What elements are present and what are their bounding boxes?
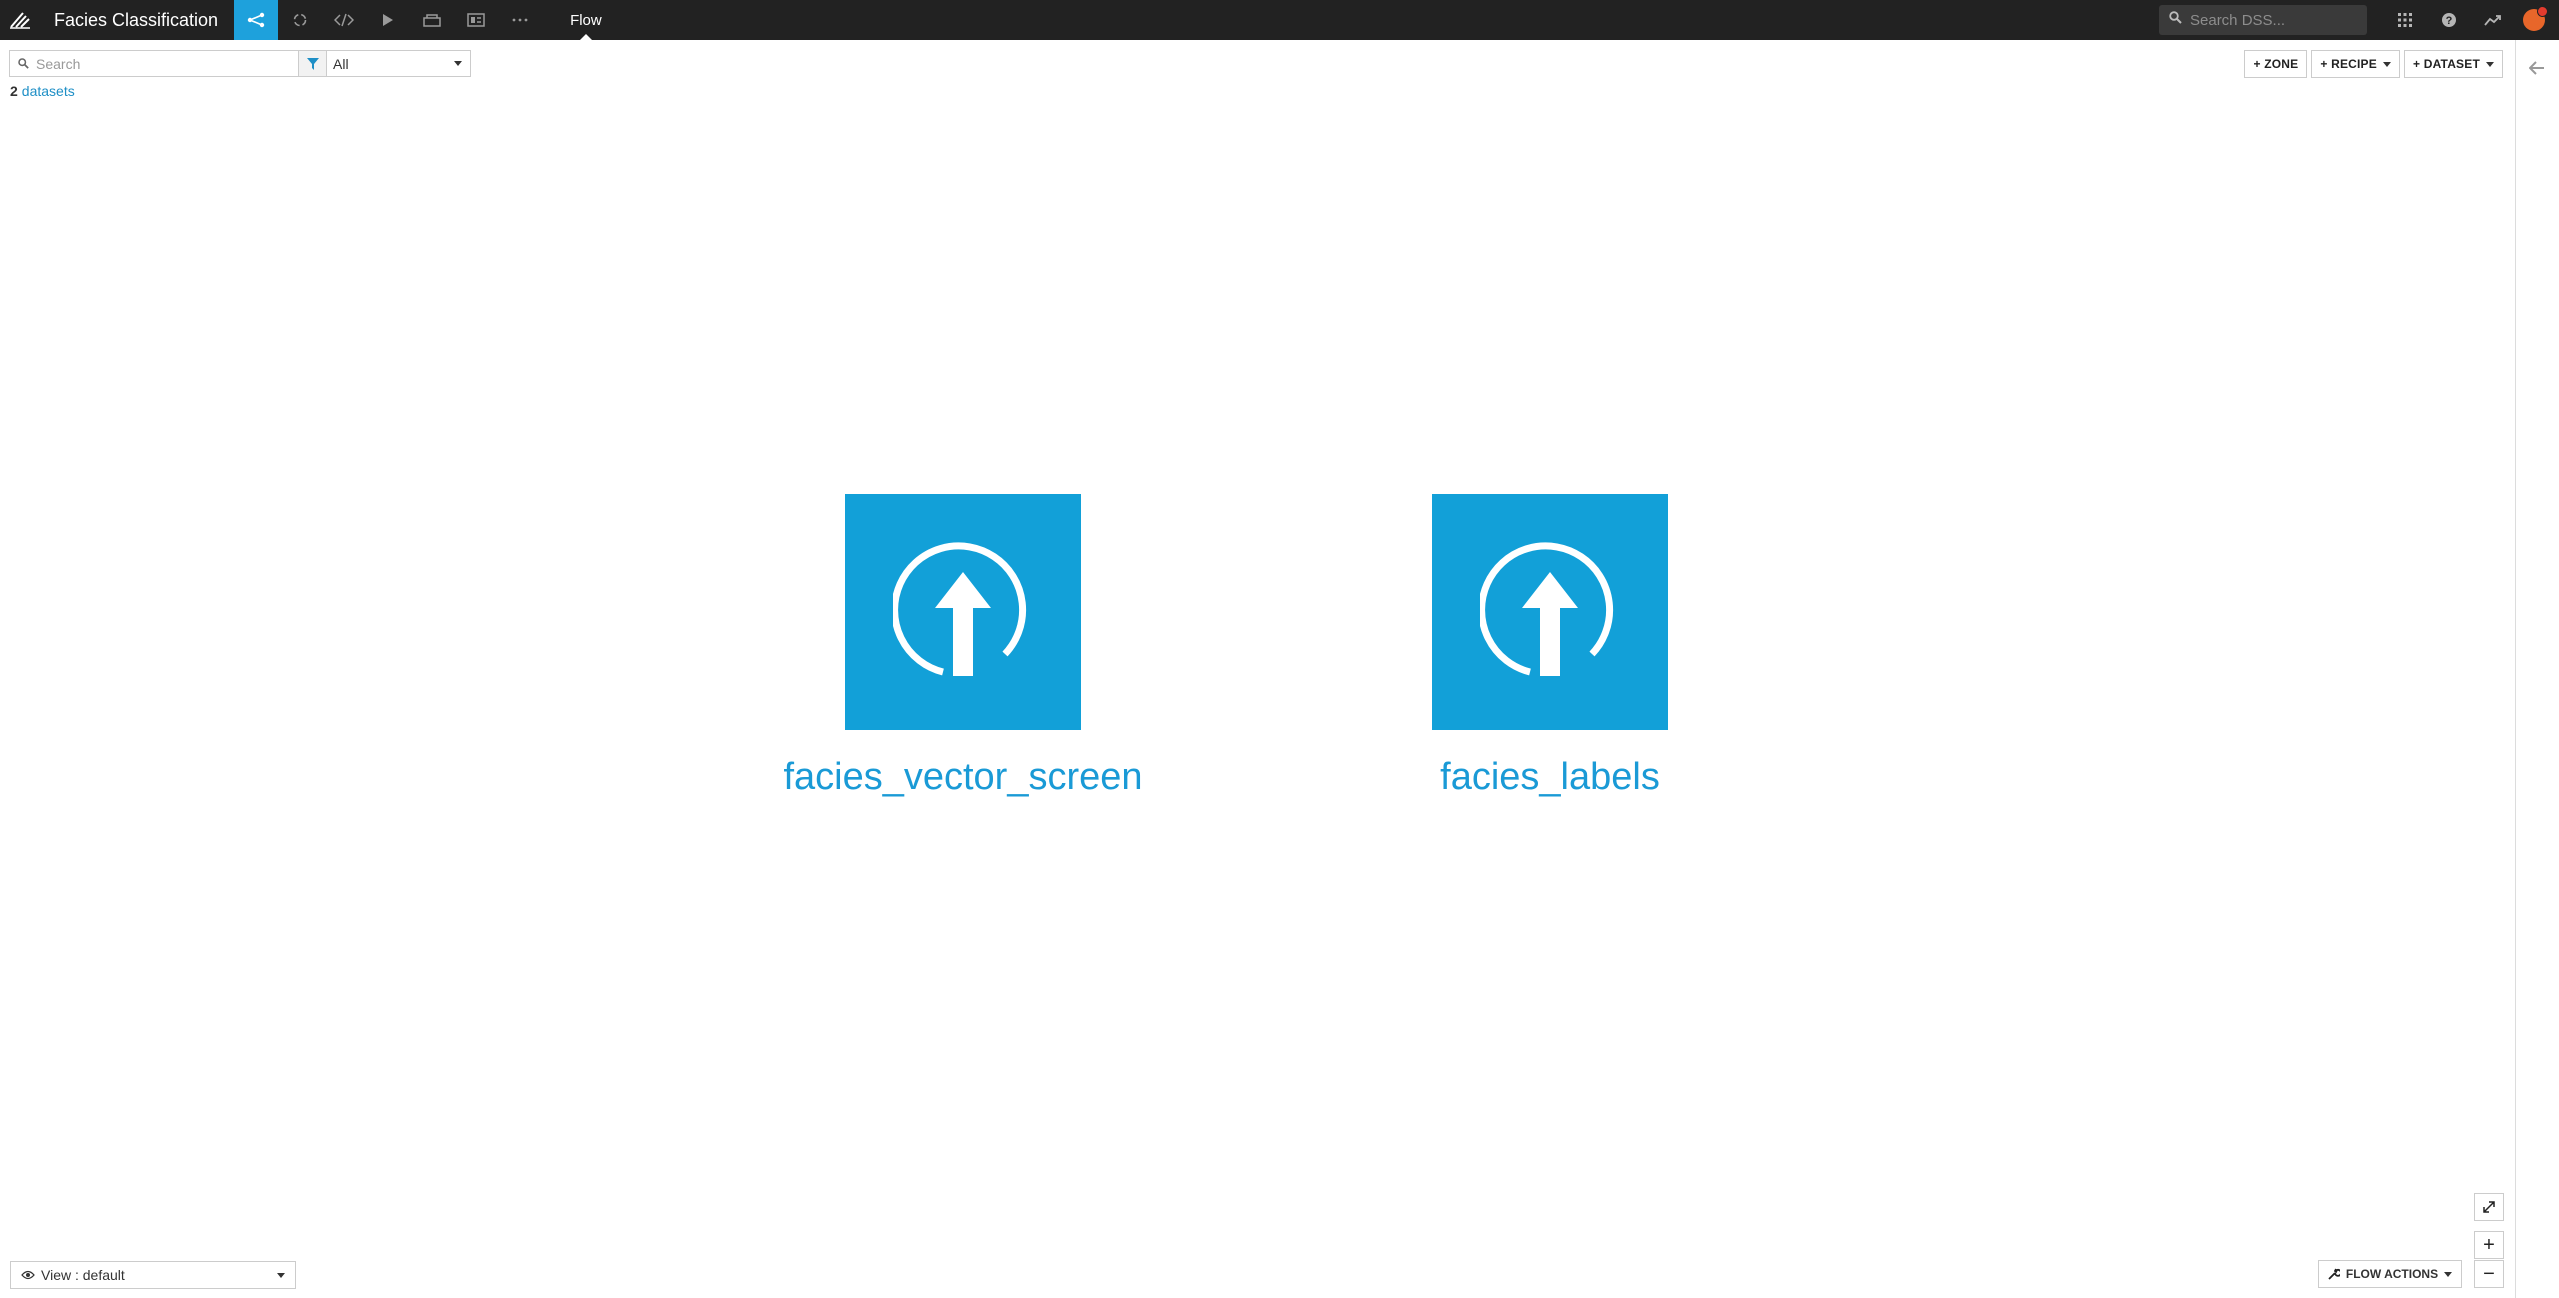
- trend-icon[interactable]: [2471, 0, 2515, 40]
- run-icon[interactable]: [366, 0, 410, 40]
- global-search[interactable]: [2159, 5, 2367, 35]
- chevron-down-icon: [454, 61, 462, 66]
- flow-icon[interactable]: [234, 0, 279, 40]
- type-filter-select[interactable]: All: [327, 50, 471, 77]
- dataset-node[interactable]: facies_vector_screen: [773, 494, 1153, 799]
- topbar-right: ?: [2159, 0, 2559, 40]
- dashboard-icon[interactable]: [454, 0, 498, 40]
- eye-icon: [21, 1270, 35, 1280]
- svg-text:?: ?: [2446, 15, 2453, 27]
- right-panel-rail: [2515, 40, 2559, 1298]
- dataset-node[interactable]: facies_labels: [1409, 494, 1691, 799]
- notebook-icon[interactable]: [410, 0, 454, 40]
- view-select[interactable]: View : default: [10, 1261, 296, 1289]
- flow-search-input[interactable]: [36, 55, 286, 72]
- chevron-down-icon: [2444, 1271, 2453, 1277]
- flow-actions-button[interactable]: FLOW ACTIONS: [2318, 1260, 2462, 1288]
- code-icon[interactable]: [322, 0, 366, 40]
- flow-actions-label: FLOW ACTIONS: [2345, 1267, 2439, 1281]
- arrow-left-icon[interactable]: [2523, 56, 2551, 80]
- filter-icon[interactable]: [299, 50, 327, 77]
- type-filter-value: All: [333, 55, 349, 72]
- flow-filter-bar: All: [9, 50, 471, 77]
- user-avatar[interactable]: [2523, 6, 2548, 31]
- flow-search[interactable]: [9, 50, 299, 77]
- add-zone-label: + ZONE: [2253, 57, 2299, 71]
- help-icon[interactable]: ?: [2427, 0, 2471, 40]
- view-select-value: View : default: [41, 1267, 125, 1283]
- search-icon: [2169, 11, 2182, 29]
- top-navigation-bar: Facies Classification Flow ?: [0, 0, 2559, 40]
- search-icon: [10, 58, 36, 69]
- zoom-out-button[interactable]: −: [2474, 1260, 2504, 1288]
- upload-icon[interactable]: [1432, 494, 1668, 730]
- chevron-down-icon: [277, 1272, 285, 1278]
- fit-to-screen-button[interactable]: [2474, 1193, 2504, 1221]
- refresh-icon[interactable]: [278, 0, 322, 40]
- datasets-link[interactable]: datasets: [22, 83, 75, 99]
- breadcrumb-flow[interactable]: Flow: [570, 0, 602, 40]
- add-recipe-button[interactable]: + RECIPE: [2311, 50, 2400, 78]
- dataset-name[interactable]: facies_labels: [1440, 756, 1660, 799]
- dataset-count: 2 datasets: [10, 83, 75, 99]
- upload-icon[interactable]: [845, 494, 1081, 730]
- more-icon[interactable]: [498, 0, 542, 40]
- dataset-name[interactable]: facies_vector_screen: [783, 756, 1142, 799]
- project-title[interactable]: Facies Classification: [40, 10, 234, 31]
- chevron-down-icon: [2486, 61, 2494, 67]
- dss-logo-icon[interactable]: [0, 0, 40, 40]
- zoom-in-button[interactable]: +: [2474, 1231, 2504, 1259]
- dataset-count-number: 2: [10, 83, 18, 99]
- global-search-input[interactable]: [2190, 11, 2350, 29]
- wrench-icon: [2328, 1268, 2340, 1280]
- expand-icon: [2483, 1201, 2495, 1213]
- chevron-down-icon: [2382, 61, 2391, 67]
- add-zone-button[interactable]: + ZONE: [2244, 50, 2308, 78]
- add-recipe-label: + RECIPE: [2320, 57, 2377, 71]
- flow-toolbar: + ZONE + RECIPE + DATASET: [2244, 50, 2503, 78]
- add-dataset-label: + DATASET: [2412, 57, 2480, 71]
- apps-grid-icon[interactable]: [2383, 0, 2427, 40]
- add-dataset-button[interactable]: + DATASET: [2403, 50, 2503, 78]
